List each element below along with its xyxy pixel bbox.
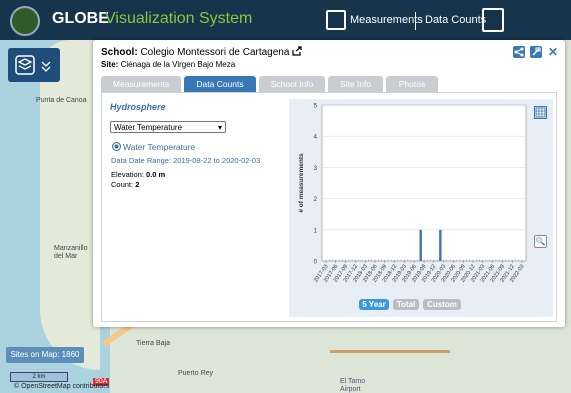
tab-school-info[interactable]: School Info — [259, 76, 325, 92]
date-range: Data Date Range: 2019-08-22 to 2020-02-0… — [111, 156, 261, 165]
layers-button[interactable] — [8, 48, 60, 82]
external-link-icon[interactable] — [292, 46, 302, 56]
link-icon[interactable] — [530, 46, 542, 58]
tab-measurements[interactable]: Measurements — [101, 76, 181, 92]
elevation: Elevation: 0.0 m — [111, 170, 165, 179]
scale-bar: 2 km — [10, 372, 68, 382]
top-bar: GLOBE Visualization System Measurements … — [0, 0, 571, 40]
map-label: Tierra Baja — [136, 340, 170, 347]
map-label: El Tamo Airport — [340, 378, 366, 393]
range-5-year-button[interactable]: 5 Year — [359, 299, 389, 310]
elevation-label: Elevation: — [111, 170, 144, 179]
table-view-icon[interactable] — [534, 106, 547, 119]
y-tick-label: 3 — [314, 166, 318, 172]
app-title: Visualization System — [105, 10, 253, 27]
count-value: 2 — [135, 180, 140, 189]
brand-name: GLOBE — [52, 10, 109, 27]
site-name: Ciénaga de la Virgen Bajo Meza — [120, 60, 236, 69]
y-tick-label: 0 — [314, 260, 318, 266]
tab-photos[interactable]: Photos — [386, 76, 438, 92]
bar — [439, 229, 442, 261]
data-counts-link[interactable]: Data Counts — [425, 14, 486, 26]
protocol-select-value: Water Temperature — [114, 123, 183, 132]
map-road — [330, 350, 450, 353]
protocol-select[interactable]: Water Temperature ▾ — [110, 121, 226, 133]
range-total-button[interactable]: Total — [393, 299, 419, 310]
chevron-down-icon: ▾ — [217, 123, 222, 132]
y-tick-label: 4 — [314, 135, 318, 141]
data-counts-panel: Hydrosphere Water Temperature ▾ Water Te… — [101, 92, 557, 322]
radio-selected-icon — [112, 142, 121, 151]
layers-icon — [15, 55, 51, 75]
school-line: School: Colegio Montessori de Cartagena — [101, 46, 302, 58]
plot-area — [321, 104, 527, 262]
measurements-icon[interactable] — [326, 10, 346, 30]
site-line: Site: Ciénaga de la Virgen Bajo Meza — [101, 60, 235, 69]
range-custom-button[interactable]: Custom — [423, 299, 461, 310]
y-axis-label: # of measurements — [298, 153, 305, 213]
measurements-link[interactable]: Measurements — [350, 14, 423, 26]
sphere-heading: Hydrosphere — [110, 102, 166, 112]
bar — [419, 229, 422, 261]
site-popup: School: Colegio Montessori de Cartagena … — [93, 40, 565, 327]
header-divider — [415, 12, 416, 30]
y-tick-label: 1 — [314, 228, 318, 234]
y-tick-label: 2 — [314, 197, 318, 203]
y-tick-label: 5 — [314, 104, 318, 110]
count-label: Count: — [111, 180, 134, 189]
elevation-value: 0.0 m — [146, 170, 166, 179]
zoom-icon[interactable]: 🔍 — [534, 235, 547, 248]
map-attribution[interactable]: © OpenStreetMap contributors — [14, 383, 109, 390]
map-label: Punta de Canoa — [36, 97, 87, 104]
share-icon[interactable] — [513, 46, 525, 58]
map-land — [40, 40, 100, 370]
map-label: Puerto Rey — [178, 370, 214, 377]
school-label: School: — [101, 47, 138, 58]
school-name: Colegio Montessori de Cartagena — [140, 47, 290, 58]
close-icon[interactable]: ✕ — [547, 46, 559, 58]
radio-label: Water Temperature — [123, 142, 196, 152]
tab-site-info[interactable]: Site Info — [328, 76, 383, 92]
data-counts-icon[interactable] — [482, 8, 504, 32]
data-count-chart: 012345# of measurements2017-032017-06201… — [298, 104, 527, 284]
map-label: Manzanillo del Mar — [54, 245, 88, 260]
globe-logo-icon — [10, 6, 40, 36]
tab-data-counts[interactable]: Data Counts — [184, 76, 256, 92]
site-label: Site: — [101, 60, 119, 69]
chart-area: 0 1 2 3 4 5 # of measurements 2017-03 2017-06 201… — [289, 99, 553, 317]
sites-on-map-badge: Sites on Map: 1860 — [6, 347, 84, 363]
measurement-radio[interactable]: Water Temperature — [112, 142, 195, 152]
count: Count: 2 — [111, 180, 139, 189]
